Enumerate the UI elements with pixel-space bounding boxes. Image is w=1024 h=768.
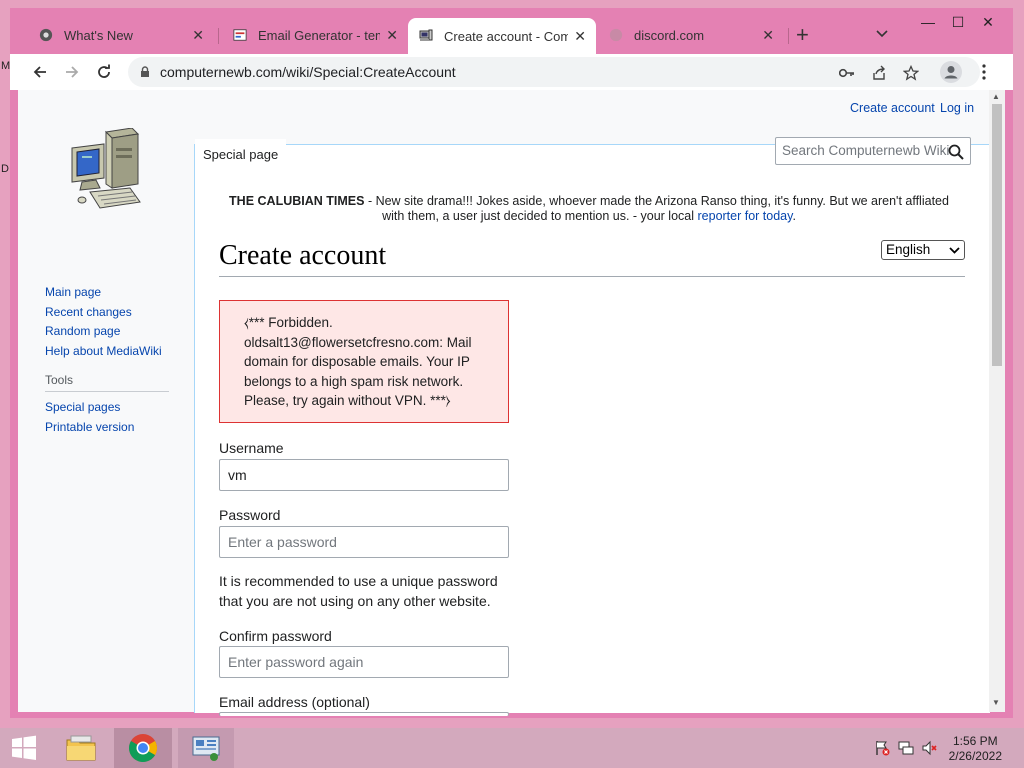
page-overlay: Search Computernewb Wiki THE CALUBIAN TI… [18, 90, 989, 716]
url-text: computernewb.com/wiki/Special:CreateAcco… [160, 64, 456, 80]
email-label: Email address (optional) [219, 694, 370, 710]
key-icon[interactable] [838, 64, 856, 82]
volume-muted-icon[interactable] [922, 740, 938, 756]
scroll-up-icon[interactable]: ▲ [992, 92, 1000, 101]
close-icon[interactable]: ✕ [762, 27, 774, 44]
address-bar[interactable]: computernewb.com/wiki/Special:CreateAcco… [128, 57, 980, 87]
tab-search-chevron-icon[interactable] [876, 26, 888, 41]
site-notice-end: . [792, 209, 796, 223]
site-notice-text: - New site drama!!! Jokes aside, whoever… [364, 194, 949, 208]
chrome-icon [38, 27, 54, 43]
password-help-text: It is recommended to use a unique passwo… [219, 573, 498, 609]
clock-time: 1:56 PM [952, 734, 998, 748]
reload-button[interactable] [92, 60, 116, 84]
tab-title: What's New [64, 27, 133, 43]
back-button[interactable] [28, 60, 52, 84]
username-label: Username [219, 440, 284, 456]
forward-button[interactable] [60, 60, 84, 84]
tab-title: Create account - Comp [444, 28, 569, 44]
scroll-down-icon[interactable]: ▼ [992, 698, 1000, 707]
browser-menu-button[interactable] [972, 60, 996, 84]
folder-icon [66, 735, 96, 761]
site-notice: THE CALUBIAN TIMES - New site drama!!! J… [208, 194, 970, 224]
system-clock[interactable]: 1:56 PM 2/26/2022 [949, 734, 1002, 764]
remote-desktop-taskbar-button[interactable] [178, 728, 234, 768]
bookmark-star-icon[interactable] [902, 64, 920, 82]
tab-discord[interactable]: discord.com ✕ [598, 19, 784, 51]
tab-title: Email Generator - temp [258, 27, 381, 43]
close-icon[interactable]: ✕ [386, 27, 398, 44]
close-icon[interactable]: ✕ [574, 28, 586, 45]
scroll-thumb[interactable] [992, 104, 1002, 366]
site-notice-link[interactable]: reporter for today [698, 209, 793, 223]
search-input[interactable]: Search Computernewb Wiki [775, 137, 971, 165]
new-tab-button[interactable]: + [796, 24, 809, 46]
forward-arrow-icon [66, 66, 79, 78]
clock-date: 2/26/2022 [948, 749, 1002, 763]
tab-title: discord.com [634, 27, 705, 43]
action-center-flag-icon[interactable] [874, 740, 890, 756]
globe-icon [608, 27, 624, 43]
computer-icon [418, 28, 434, 44]
language-select-value: English [886, 242, 931, 257]
error-message-box: ⧼*** Forbidden. oldsalt13@flowersetcfres… [219, 300, 509, 423]
confirm-password-label: Confirm password [219, 628, 332, 644]
network-computer-icon [192, 736, 220, 761]
chrome-icon [129, 734, 157, 762]
password-field[interactable]: Enter a password [219, 526, 509, 558]
file-explorer-taskbar-button[interactable] [56, 728, 106, 768]
back-arrow-icon [33, 66, 46, 78]
language-select[interactable]: English [881, 240, 965, 260]
page-title: Create account [219, 240, 965, 277]
tab-strip: What's New ✕ Email Generator - temp ✕ Cr… [10, 8, 1013, 54]
windows-logo-icon [12, 735, 36, 760]
network-icon[interactable] [898, 740, 914, 756]
desktop-icon-label-fragment: M [1, 60, 11, 72]
browser-toolbar: computernewb.com/wiki/Special:CreateAcco… [10, 54, 1013, 90]
username-field[interactable]: vm [219, 459, 509, 491]
close-window-button[interactable]: ✕ [970, 10, 1006, 34]
tab-create-account[interactable]: Create account - Comp ✕ [408, 18, 596, 54]
email-generator-icon [232, 27, 248, 43]
site-notice-text-2: with them, a user just decided to mentio… [382, 209, 698, 223]
share-icon[interactable] [870, 64, 888, 82]
chrome-taskbar-button[interactable] [114, 728, 172, 768]
reload-icon [98, 64, 110, 78]
close-icon[interactable]: ✕ [192, 27, 204, 44]
lock-icon [141, 66, 149, 77]
start-button[interactable] [0, 728, 48, 768]
tab-email-generator[interactable]: Email Generator - temp ✕ [222, 19, 408, 51]
search-placeholder: Search Computernewb Wiki [782, 143, 950, 158]
confirm-password-field[interactable]: Enter password again [219, 646, 509, 678]
kebab-menu-icon [982, 64, 986, 80]
site-notice-title: THE CALUBIAN TIMES [229, 194, 365, 208]
page-scrollbar[interactable]: ▲ ▼ [989, 90, 1005, 712]
browser-window: What's New ✕ Email Generator - temp ✕ Cr… [10, 8, 1013, 718]
search-icon[interactable] [948, 143, 964, 169]
desktop-icon-label-fragment: D [1, 163, 9, 175]
email-field[interactable] [219, 712, 509, 716]
profile-avatar-icon[interactable] [940, 61, 962, 83]
chevron-down-icon [949, 241, 960, 265]
tab-whats-new[interactable]: What's New ✕ [28, 19, 214, 51]
password-label: Password [219, 507, 281, 523]
taskbar: 1:56 PM 2/26/2022 [0, 728, 1024, 768]
